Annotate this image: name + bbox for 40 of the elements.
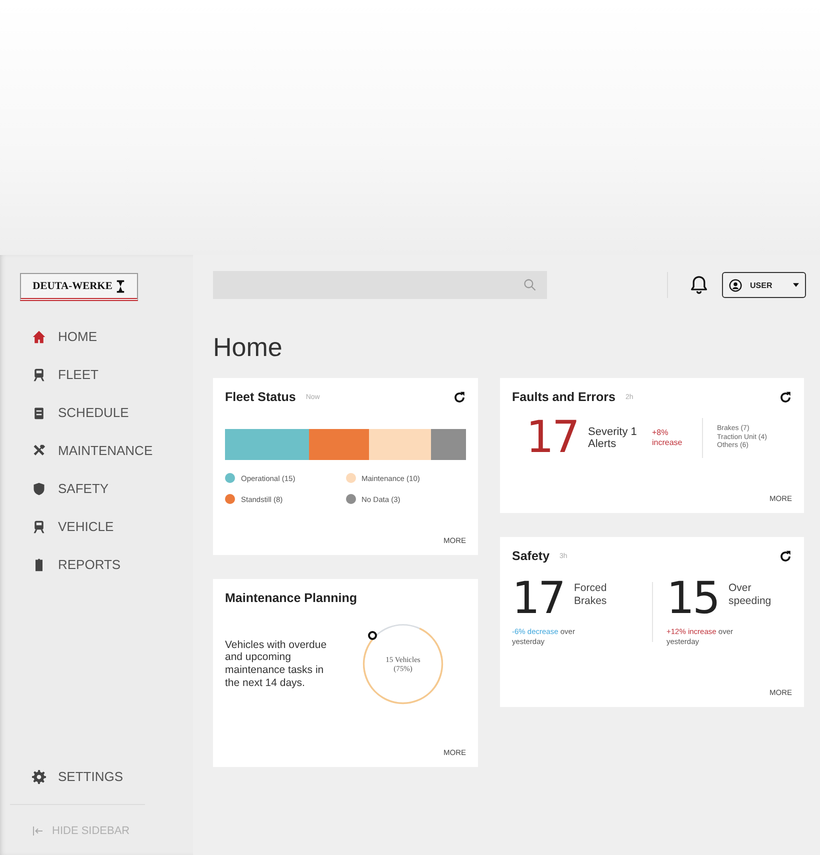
nav-item[interactable]: REPORTS [20, 557, 121, 572]
user-avatar-icon [729, 278, 742, 292]
metric-count: 15 [666, 577, 718, 621]
train-icon [32, 368, 46, 382]
collapse-arrow-icon [32, 825, 44, 837]
user-menu-button[interactable]: USER [722, 272, 806, 298]
page-title: Home [213, 334, 284, 360]
card-title: Maintenance Planning [225, 591, 357, 605]
search-field[interactable] [213, 271, 547, 299]
refresh-icon[interactable] [779, 390, 792, 404]
metric-label: Over speeding [728, 582, 772, 608]
tools-icon [32, 444, 46, 458]
nav-item[interactable]: MAINTENANCE [20, 443, 153, 458]
search-icon [523, 278, 537, 292]
nav-item[interactable]: SCHEDULE [20, 405, 129, 420]
progress-ring-handle [368, 631, 378, 640]
settings-icon [32, 770, 46, 784]
metric-label: Forced Brakes [574, 582, 608, 608]
nav-item[interactable]: HOME [20, 329, 97, 344]
card-title: Safety [512, 549, 550, 563]
alert-count: 17 [526, 416, 578, 460]
settings-link[interactable]: SETTINGS [20, 769, 124, 784]
train-icon [32, 520, 46, 534]
nav-item[interactable]: SAFETY [20, 481, 109, 496]
card-title: Fleet Status [225, 390, 296, 404]
nav-item[interactable]: VEHICLE [20, 519, 114, 534]
caret-icon [793, 283, 799, 287]
alert-label: Severity 1 Alerts [588, 426, 638, 450]
document-icon [32, 406, 46, 420]
nav-item[interactable]: FLEET [20, 367, 98, 382]
shield-icon [32, 482, 46, 496]
card-title: Faults and Errors [512, 390, 616, 404]
logo[interactable]: DEUTA-WERKE [20, 273, 138, 301]
change-indicator: +8% increase [652, 428, 684, 448]
home-icon [32, 330, 46, 344]
refresh-icon[interactable] [453, 390, 466, 404]
refresh-icon[interactable] [779, 550, 792, 562]
metric-count: 17 [512, 577, 564, 621]
card-description: Vehicles with overdue and upcoming maintenance tasks in the next 14 days. [225, 638, 328, 690]
notification-bell-icon[interactable] [690, 275, 708, 295]
